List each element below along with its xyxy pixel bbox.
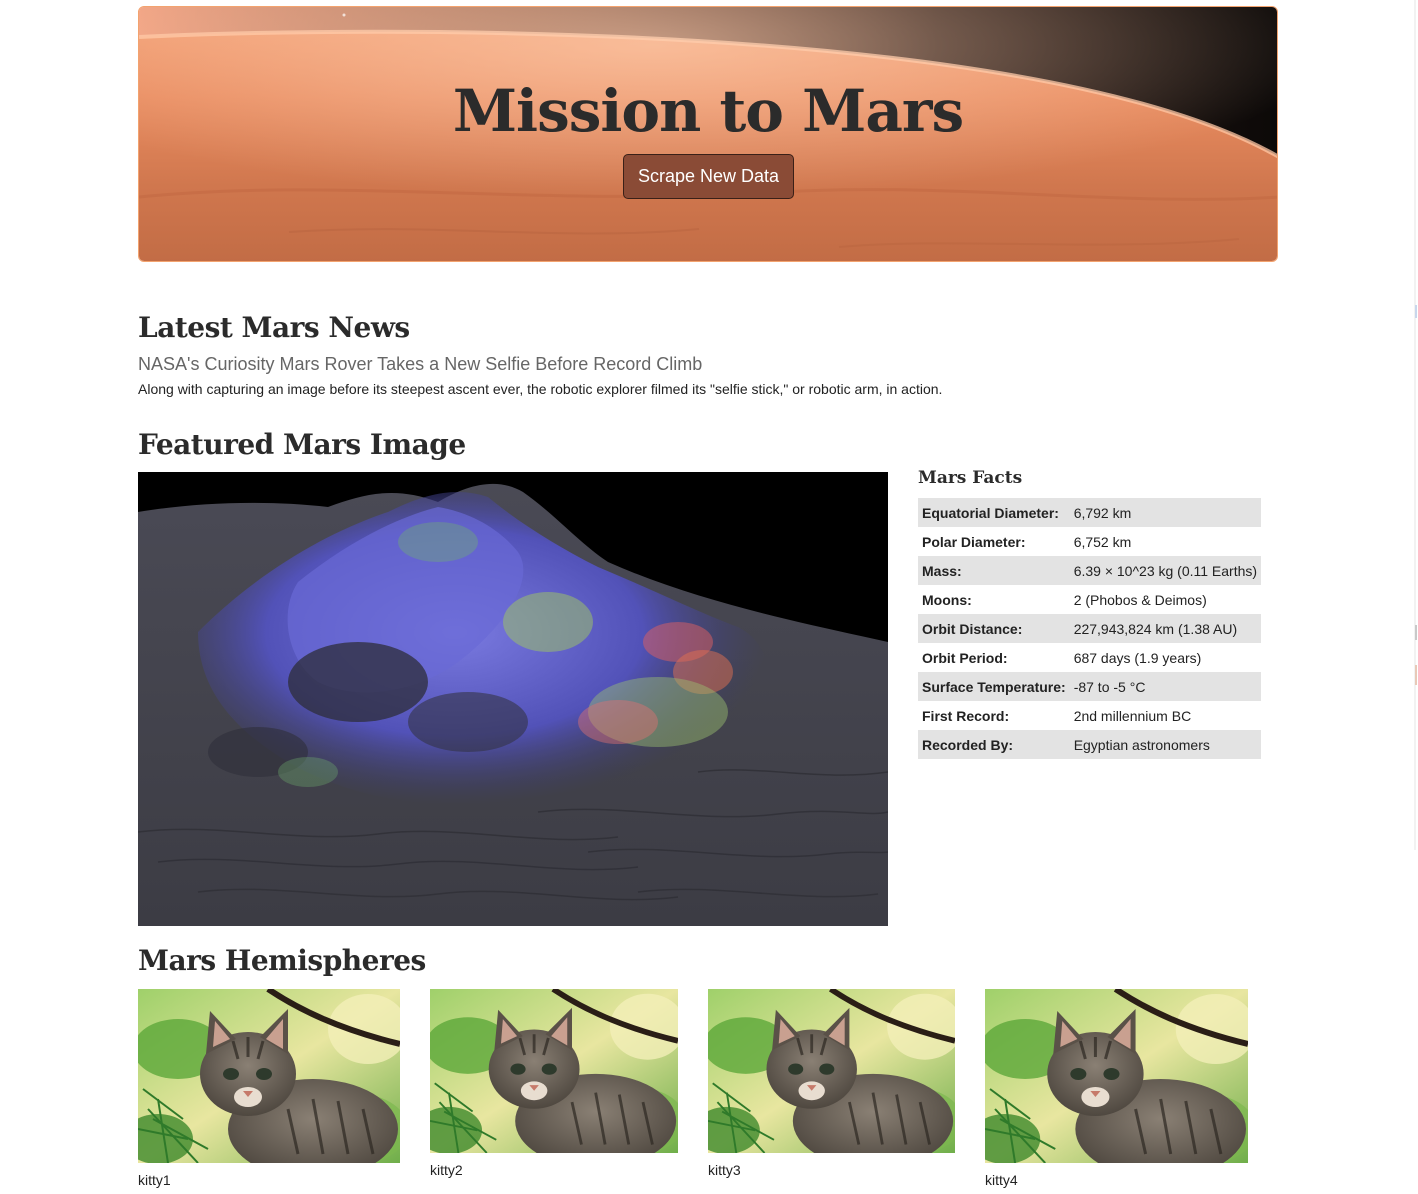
hero-banner: Mission to Mars Scrape New Data bbox=[138, 6, 1278, 262]
hemispheres-heading: Mars Hemispheres bbox=[138, 944, 426, 977]
hemisphere-title: kitty2 bbox=[430, 1162, 463, 1178]
mars-facts-heading: Mars Facts bbox=[918, 468, 1023, 488]
hemisphere-card[interactable]: kitty2 bbox=[430, 989, 678, 1178]
news-title: NASA's Curiosity Mars Rover Takes a New … bbox=[138, 354, 703, 374]
table-row: Surface Temperature: -87 to -5 °C bbox=[918, 672, 1262, 701]
page-title: Mission to Mars bbox=[452, 77, 964, 145]
fact-value: 2nd millennium BC bbox=[1073, 707, 1192, 724]
table-row: First Record: 2nd millennium BC bbox=[918, 701, 1261, 730]
table-row: Orbit Distance: 227,943,824 km (1.38 AU) bbox=[918, 614, 1262, 643]
hemisphere-card[interactable]: kitty1 bbox=[138, 989, 400, 1188]
fact-value: 6,752 km bbox=[1073, 533, 1132, 550]
fact-label: First Record: bbox=[922, 707, 1010, 724]
hemisphere-title: kitty1 bbox=[138, 1172, 171, 1188]
fact-label: Equatorial Diameter: bbox=[922, 504, 1059, 521]
hemisphere-thumbnail[interactable] bbox=[430, 989, 678, 1153]
hemisphere-card[interactable]: kitty3 bbox=[708, 989, 955, 1178]
hemisphere-thumbnail[interactable] bbox=[138, 989, 400, 1163]
table-row: Polar Diameter: 6,752 km bbox=[918, 527, 1261, 556]
fact-label: Recorded By: bbox=[922, 736, 1014, 753]
fact-label: Orbit Period: bbox=[922, 649, 1008, 666]
news-teaser: Along with capturing an image before its… bbox=[138, 381, 943, 397]
fact-value: 687 days (1.9 years) bbox=[1073, 649, 1202, 666]
table-row: Orbit Period: 687 days (1.9 years) bbox=[918, 643, 1261, 672]
scrape-new-data-button[interactable]: Scrape New Data bbox=[623, 154, 794, 199]
featured-image-heading: Featured Mars Image bbox=[138, 428, 466, 461]
fact-value: 6.39 × 10^23 kg (0.11 Earths) bbox=[1073, 562, 1258, 579]
fact-value: Egyptian astronomers bbox=[1073, 736, 1210, 753]
table-row: Moons: 2 (Phobos & Deimos) bbox=[918, 585, 1261, 614]
hemisphere-title: kitty4 bbox=[985, 1172, 1018, 1188]
fact-label: Orbit Distance: bbox=[922, 620, 1023, 637]
fact-value: -87 to -5 °C bbox=[1073, 678, 1146, 695]
hemisphere-thumbnail[interactable] bbox=[708, 989, 955, 1153]
latest-news-heading: Latest Mars News bbox=[138, 311, 410, 344]
table-row: Mass: 6.39 × 10^23 kg (0.11 Earths) bbox=[918, 556, 1262, 585]
hemisphere-title: kitty3 bbox=[708, 1162, 741, 1178]
table-row: Recorded By: Egyptian astronomers bbox=[918, 730, 1262, 759]
fact-value: 2 (Phobos & Deimos) bbox=[1073, 591, 1207, 608]
mars-facts-table: Equatorial Diameter: 6,792 km Polar Diame… bbox=[918, 498, 1262, 759]
fact-value: 6,792 km bbox=[1073, 504, 1132, 521]
hemisphere-card[interactable]: kitty4 bbox=[985, 989, 1248, 1188]
table-row: Equatorial Diameter: 6,792 km bbox=[918, 498, 1262, 527]
fact-label: Surface Temperature: bbox=[922, 678, 1066, 695]
fact-label: Polar Diameter: bbox=[922, 533, 1026, 550]
fact-label: Moons: bbox=[922, 591, 972, 608]
fact-value: 227,943,824 km (1.38 AU) bbox=[1073, 620, 1238, 637]
featured-mars-image bbox=[138, 472, 888, 926]
fact-label: Mass: bbox=[922, 562, 962, 579]
hemisphere-thumbnail[interactable] bbox=[985, 989, 1248, 1163]
